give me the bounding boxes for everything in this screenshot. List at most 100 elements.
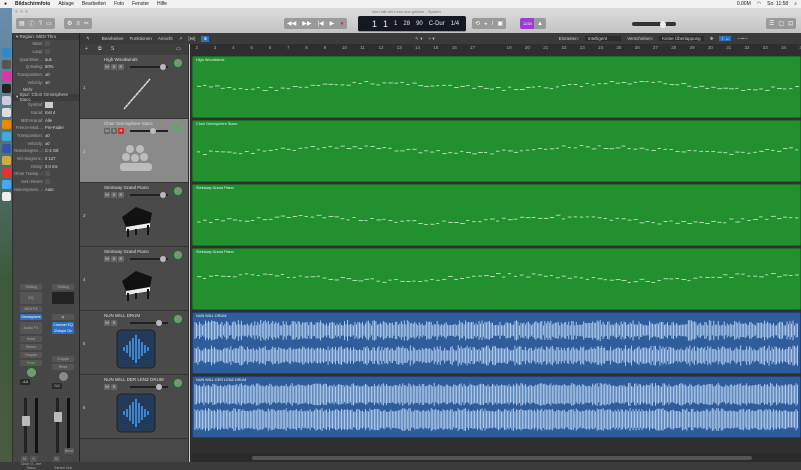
track-header[interactable]: ▾ Spur: Choir Omnisphere Stacc — [13, 92, 79, 102]
track-name[interactable]: Steinway Grand Piano — [104, 249, 149, 254]
master-volume-slider[interactable] — [632, 20, 676, 28]
mute-button[interactable]: M — [104, 192, 110, 198]
dock-app-icon[interactable] — [1, 156, 11, 165]
record-enable-button[interactable]: R — [118, 256, 124, 262]
volume-fader[interactable] — [53, 398, 62, 453]
pan-knob[interactable] — [174, 315, 182, 323]
track-volume-slider[interactable] — [130, 128, 168, 134]
mute-button[interactable]: M — [104, 256, 110, 262]
inspector-row[interactable]: Vel.-Begrenz.: 0 127 — [13, 155, 79, 163]
ruler[interactable]: 2 3 4 5 6 7 8 9 10 11 12 13 14 15 16 17 19 20 21 22 23 24 25 26… — [190, 44, 801, 55]
close-button[interactable] — [15, 10, 18, 13]
eq-display[interactable] — [52, 292, 74, 304]
pan-knob[interactable] — [174, 59, 182, 67]
mute-button[interactable]: M — [53, 456, 60, 462]
menu-ansicht[interactable]: Ansicht — [158, 36, 173, 41]
audio-fx-slot[interactable]: Audio FX — [20, 322, 42, 334]
dock-app-icon[interactable] — [1, 192, 11, 201]
zoom-slider[interactable]: —•— — [737, 36, 748, 41]
flex-icon[interactable]: [⋈] — [188, 36, 195, 42]
cycle-icon[interactable]: ⟲ — [475, 20, 480, 27]
lcd-display[interactable]: 1 1 1 28 90 C-Dur 1/4 — [358, 16, 466, 32]
pan-knob[interactable] — [174, 123, 182, 131]
mute-button[interactable]: M — [104, 384, 110, 390]
inspector-row[interactable]: Delay: 0,0 ms — [13, 162, 79, 170]
dock-app-icon[interactable] — [1, 168, 11, 177]
menu-app[interactable]: Bildschirmfoto — [15, 1, 50, 7]
playhead[interactable] — [189, 44, 190, 462]
automation-mode[interactable]: Read — [20, 360, 42, 366]
catch-track-icon[interactable]: ▭ — [176, 46, 181, 52]
solo-button[interactable]: S — [111, 320, 117, 326]
output-slot[interactable]: Stereo — [20, 344, 42, 350]
dock-app-icon[interactable] — [1, 96, 11, 105]
inspector-value[interactable] — [45, 41, 50, 47]
duplicate-track-icon[interactable]: ⧉ — [98, 46, 102, 52]
mute-button[interactable]: M — [104, 128, 110, 134]
library-icon[interactable]: ▤ — [19, 20, 25, 27]
volume-value[interactable]: 0,0 — [52, 383, 62, 389]
inspector-value[interactable]: Alle — [45, 118, 52, 123]
zoom-button[interactable] — [25, 10, 28, 13]
send-slot[interactable]: Send — [20, 336, 42, 342]
track-name[interactable]: NUN WILL DRUM — [104, 313, 140, 318]
solo-button[interactable]: S — [111, 128, 117, 134]
inspector-row[interactable]: Notenbegren...: C-2 G8 — [13, 147, 79, 155]
inspector-row[interactable]: Loop: — [13, 48, 79, 56]
dock-app-icon[interactable] — [1, 132, 11, 141]
automation-mode[interactable]: Read — [52, 364, 74, 370]
inspector-value[interactable]: ±0 — [45, 141, 50, 146]
volume-value[interactable]: -4,6 — [20, 379, 30, 385]
track-name[interactable]: NUN WILL DER LENZ DRUM — [104, 377, 164, 382]
track-header[interactable]: 1 High Woodwinds M S R — [80, 55, 188, 119]
track-header[interactable]: 4 Steinway Grand Piano M S R — [80, 247, 188, 311]
metronome-icon[interactable]: ▣ — [497, 20, 503, 27]
track-volume-slider[interactable] — [130, 256, 168, 262]
solo-icon[interactable]: / — [492, 21, 494, 27]
clock[interactable]: So. 11:58 — [767, 1, 788, 7]
setting-button[interactable]: Setting — [20, 284, 42, 290]
track-header[interactable]: 2 Choir Omnisphere Stacc M S R — [80, 119, 188, 183]
solo-button[interactable]: S — [111, 256, 117, 262]
inspector-value[interactable] — [45, 49, 50, 55]
solo-button[interactable]: S — [111, 192, 117, 198]
inspector-row[interactable]: Freeze-Mod...: Pre-Fader — [13, 124, 79, 132]
track-volume-slider[interactable] — [130, 192, 168, 198]
inspector-row[interactable]: Kanal: Inst 4 — [13, 109, 79, 117]
group-slot[interactable]: Gruppe — [52, 356, 74, 362]
help-icon[interactable]: ? — [39, 21, 42, 27]
track-volume-slider[interactable] — [130, 384, 168, 390]
dock-app-icon[interactable] — [1, 144, 11, 153]
browser-icon[interactable]: ⊡ — [788, 20, 793, 27]
dock-app-icon[interactable] — [1, 60, 11, 69]
toolbar-icon[interactable]: ▭ — [46, 20, 52, 27]
audio-region[interactable]: NUN WILL DRUM — [192, 312, 801, 374]
menu-ablage[interactable]: Ablage — [58, 1, 74, 7]
track-name[interactable]: Steinway Grand Piano — [104, 185, 149, 190]
menu-bearbeiten[interactable]: Bearbeiten — [82, 1, 106, 7]
inspector-row[interactable]: Transposition: ±0 — [13, 71, 79, 79]
global-tracks-s[interactable]: S — [111, 46, 114, 52]
solo-button[interactable]: S — [111, 384, 117, 390]
dock-app-icon[interactable] — [1, 120, 11, 129]
pencil-tool[interactable]: + ▾ — [428, 36, 434, 42]
rewind-icon[interactable]: ◀◀ — [287, 20, 296, 27]
solo-button[interactable]: S — [111, 64, 117, 70]
search-icon[interactable]: ⌕ — [794, 1, 797, 7]
menu-fenster[interactable]: Fenster — [132, 1, 149, 7]
group-slot[interactable]: Gruppe — [20, 352, 42, 358]
list-icon[interactable]: ☰ — [769, 20, 774, 27]
mixer-icon[interactable]: ≡ — [76, 21, 80, 27]
midi-region[interactable]: Choir Omnisphere Stacc — [192, 120, 801, 182]
inspector-value[interactable] — [45, 101, 53, 108]
audio-region[interactable]: NUN WILL DER LENZ DRUM — [192, 376, 801, 438]
inspector-value[interactable]: 0,0 ms — [45, 164, 58, 169]
midi-fx-slot[interactable]: MIDI FX — [20, 306, 42, 312]
track-name[interactable]: High Woodwinds — [104, 57, 138, 62]
snap-select[interactable]: Intelligent — [584, 36, 622, 41]
inspector-icon[interactable]: ⓘ — [29, 19, 35, 28]
inspector-row[interactable]: Ohne Transp...: — [13, 170, 79, 178]
dock-app-icon[interactable] — [1, 48, 11, 57]
pan-knob[interactable] — [174, 187, 182, 195]
bounce-button[interactable]: Bnce — [64, 448, 74, 454]
